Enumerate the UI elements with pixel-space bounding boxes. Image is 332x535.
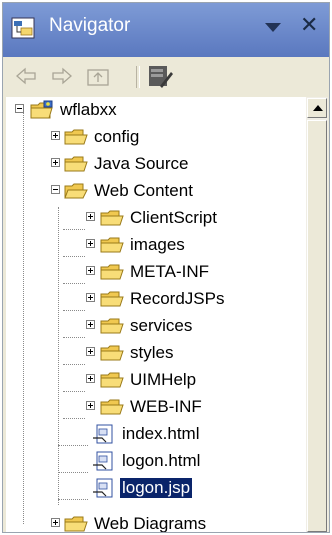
expand-toggle[interactable] xyxy=(86,266,95,275)
navigator-tree: wflabxx config Java Source Web Content C… xyxy=(6,97,306,533)
expand-toggle[interactable] xyxy=(86,374,95,383)
tree-connector xyxy=(63,229,85,230)
tree-connector xyxy=(63,364,85,365)
folder-icon xyxy=(100,399,124,415)
tree-item-meta-inf[interactable]: META-INF xyxy=(6,261,266,283)
tree-connector xyxy=(58,472,88,473)
tree-connector xyxy=(63,283,85,284)
vertical-scrollbar[interactable] xyxy=(306,97,328,532)
folder-icon xyxy=(100,345,124,361)
tree-item-project[interactable]: wflabxx xyxy=(6,99,156,121)
folder-icon xyxy=(64,156,88,172)
tree-item-recordjsps[interactable]: RecordJSPs xyxy=(6,288,266,310)
tree-connector xyxy=(58,445,88,446)
folder-icon xyxy=(100,291,124,307)
view-menu-triangle-icon[interactable] xyxy=(265,23,281,32)
tree-item-web-content[interactable]: Web Content xyxy=(6,180,246,202)
close-icon[interactable]: ✕ xyxy=(300,14,318,36)
tree-item-uimhelp[interactable]: UIMHelp xyxy=(6,369,266,391)
tree-connector xyxy=(63,418,85,419)
forward-arrow-icon[interactable] xyxy=(49,64,75,88)
tree-item-label: RecordJSPs xyxy=(130,289,225,308)
scroll-up-button[interactable] xyxy=(307,98,327,118)
expand-toggle[interactable] xyxy=(86,293,95,302)
tree-item-label: META-INF xyxy=(130,262,210,281)
tree-connector xyxy=(63,391,85,392)
tree-item-services[interactable]: services xyxy=(6,315,266,337)
tree-item-label: UIMHelp xyxy=(130,370,197,389)
tree-item-label: logon.html xyxy=(122,451,201,470)
scroll-thumb[interactable] xyxy=(307,120,327,532)
toolbar xyxy=(3,57,329,97)
tree-item-java-source[interactable]: Java Source xyxy=(6,153,246,175)
file-icon xyxy=(93,478,113,498)
expand-toggle[interactable] xyxy=(86,212,95,221)
tree-connector xyxy=(63,337,85,338)
expand-toggle[interactable] xyxy=(86,320,95,329)
view-title: Navigator xyxy=(49,15,131,36)
expand-toggle[interactable] xyxy=(86,239,95,248)
tree-item-label: Java Source xyxy=(94,154,189,173)
tree-item-label: ClientScript xyxy=(130,208,217,227)
tree-connector xyxy=(58,499,88,500)
tree-item-index-html[interactable]: index.html xyxy=(6,423,266,445)
tree-item-label: Web Diagrams xyxy=(94,514,207,533)
tree-item-label: images xyxy=(130,235,185,254)
folder-icon xyxy=(100,318,124,334)
tree-item-styles[interactable]: styles xyxy=(6,342,266,364)
tree-item-logon-jsp[interactable]: logon.jsp xyxy=(6,477,266,499)
tree-item-web-inf[interactable]: WEB-INF xyxy=(6,396,266,418)
navigator-view: Navigator ✕ wflabxx config Java Source W… xyxy=(2,2,330,533)
expand-toggle[interactable] xyxy=(51,518,60,527)
collapse-toggle[interactable] xyxy=(15,104,24,113)
folder-icon xyxy=(100,264,124,280)
tree-item-label: Web Content xyxy=(94,181,193,200)
folder-open-icon xyxy=(64,183,88,199)
folder-icon xyxy=(100,372,124,388)
toolbar-separator xyxy=(136,66,140,88)
file-icon xyxy=(93,424,113,444)
expand-toggle[interactable] xyxy=(86,347,95,356)
collapse-toggle[interactable] xyxy=(51,185,60,194)
tree-item-label-selected: logon.jsp xyxy=(118,477,194,499)
tree-item-images[interactable]: images xyxy=(6,234,266,256)
folder-icon xyxy=(64,516,88,532)
tree-item-config[interactable]: config xyxy=(6,126,186,148)
up-folder-icon[interactable] xyxy=(85,64,111,88)
file-icon xyxy=(93,451,113,471)
tree-item-logon-html[interactable]: logon.html xyxy=(6,450,266,472)
expand-toggle[interactable] xyxy=(86,401,95,410)
back-arrow-icon[interactable] xyxy=(13,64,39,88)
tree-item-label: index.html xyxy=(122,424,200,443)
tree-item-clientscript[interactable]: ClientScript xyxy=(6,207,266,229)
folder-icon xyxy=(64,129,88,145)
folder-icon xyxy=(100,237,124,253)
tree-item-label: services xyxy=(130,316,193,335)
project-folder-icon xyxy=(30,100,53,119)
expand-toggle[interactable] xyxy=(51,158,60,167)
tree-item-label: WEB-INF xyxy=(130,397,202,416)
navigator-icon xyxy=(11,17,35,39)
folder-icon xyxy=(100,210,124,226)
tree-connector xyxy=(63,256,85,257)
tree-item-label: styles xyxy=(130,343,174,362)
expand-toggle[interactable] xyxy=(51,131,60,140)
tree-item-label: config xyxy=(94,127,140,146)
view-title-bar: Navigator ✕ xyxy=(3,3,329,57)
tree-connector xyxy=(63,310,85,311)
toolbar-menu-icon[interactable] xyxy=(147,64,173,88)
tree-item-web-diagrams[interactable]: Web Diagrams xyxy=(6,513,266,533)
tree-item-label: wflabxx xyxy=(60,100,117,119)
